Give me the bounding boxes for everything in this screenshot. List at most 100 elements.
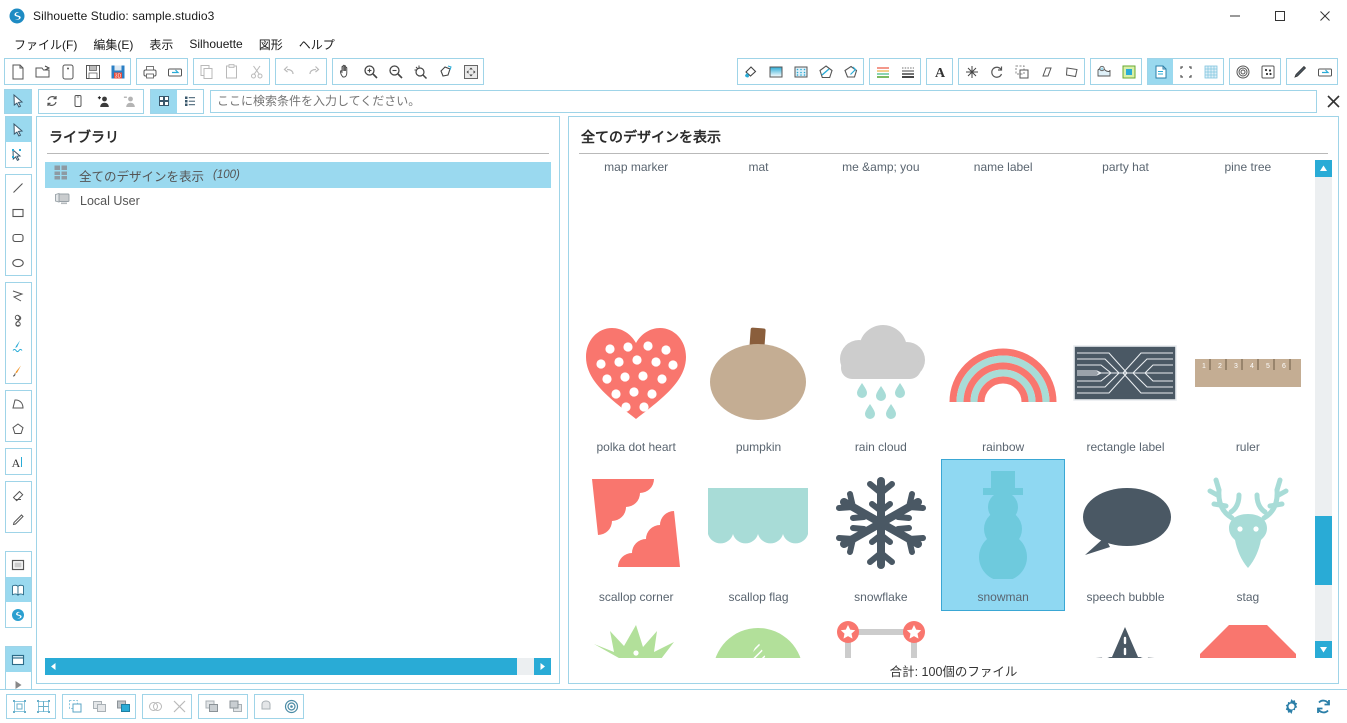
menu-help[interactable]: ヘルプ	[291, 33, 343, 56]
design-item-snowflake[interactable]: snowflake	[820, 460, 942, 610]
edit-points-tool[interactable]	[6, 142, 31, 167]
freehand-tool[interactable]	[6, 333, 31, 358]
design-item-star[interactable]: star	[575, 610, 697, 658]
settings-button[interactable]	[1279, 695, 1303, 718]
redo-button[interactable]	[301, 59, 326, 84]
design-item-stag[interactable]: stag	[1187, 460, 1309, 610]
remove-user-button[interactable]	[117, 90, 143, 113]
design-item-rain-cloud[interactable]: rain cloud	[820, 310, 942, 460]
cut-button[interactable]	[244, 59, 269, 84]
paste-button[interactable]	[219, 59, 244, 84]
scroll-right-arrow-icon[interactable]	[534, 658, 551, 675]
eraser-tool[interactable]	[6, 482, 31, 507]
design-item-mat[interactable]: mat	[697, 160, 819, 194]
close-search-button[interactable]	[1319, 89, 1347, 114]
detach-button[interactable]	[167, 695, 191, 718]
menu-silhouette[interactable]: Silhouette	[181, 34, 250, 54]
open-document-button[interactable]	[30, 59, 55, 84]
line-color-button[interactable]	[813, 59, 838, 84]
design-item-scallop-flag[interactable]: scallop flag	[697, 460, 819, 610]
zoom-out-button[interactable]	[383, 59, 408, 84]
zoom-selection-button[interactable]	[408, 59, 433, 84]
save-as-button[interactable]: 3D	[105, 59, 130, 84]
minimize-button[interactable]	[1212, 0, 1257, 32]
fill-color-button[interactable]	[738, 59, 763, 84]
cutting-mat-button[interactable]	[1116, 59, 1141, 84]
offset-button[interactable]	[1230, 59, 1255, 84]
text-tool[interactable]: A	[6, 449, 31, 474]
list-view-button[interactable]	[177, 90, 203, 113]
print-button[interactable]	[137, 59, 162, 84]
design-item-starfish-border[interactable]: starfish border	[942, 610, 1064, 658]
undo-button[interactable]	[276, 59, 301, 84]
sync-button[interactable]	[1311, 695, 1335, 718]
sketch-pen-button[interactable]	[838, 59, 863, 84]
shear-button[interactable]	[1034, 59, 1059, 84]
distribute-button[interactable]	[31, 695, 55, 718]
mobile-device-button[interactable]	[65, 90, 91, 113]
design-item-map-marker[interactable]: map marker	[575, 160, 697, 194]
scroll-left-arrow-icon[interactable]	[45, 658, 62, 675]
group-button[interactable]	[87, 695, 111, 718]
pan-button[interactable]	[333, 59, 358, 84]
bring-to-front-button[interactable]	[199, 695, 223, 718]
align-button[interactable]	[7, 695, 31, 718]
polygon-tool[interactable]	[6, 283, 31, 308]
pointer-tool-button[interactable]	[5, 90, 31, 113]
trace-button[interactable]	[1255, 59, 1280, 84]
line-style-button[interactable]	[870, 59, 895, 84]
library-horizontal-scrollbar[interactable]	[45, 658, 551, 675]
send-panel-button[interactable]	[6, 647, 31, 672]
line-tool[interactable]	[6, 175, 31, 200]
scale-button[interactable]	[1009, 59, 1034, 84]
ungroup-button[interactable]	[111, 695, 135, 718]
design-page-button[interactable]	[6, 552, 31, 577]
new-mat-button[interactable]	[55, 59, 80, 84]
line-thickness-button[interactable]	[895, 59, 920, 84]
new-document-button[interactable]	[5, 59, 30, 84]
gradient-fill-button[interactable]	[763, 59, 788, 84]
save-button[interactable]	[80, 59, 105, 84]
knife-tool[interactable]	[6, 507, 31, 532]
ellipse-tool[interactable]	[6, 250, 31, 275]
inner-offset-button[interactable]	[279, 695, 303, 718]
rectangle-tool[interactable]	[6, 200, 31, 225]
registration-marks-button[interactable]	[1173, 59, 1198, 84]
design-item-pine-tree[interactable]: pine tree	[1187, 160, 1309, 194]
menu-edit[interactable]: 編集(E)	[85, 33, 141, 56]
zoom-in-button[interactable]	[358, 59, 383, 84]
move-button[interactable]	[959, 59, 984, 84]
hscroll-thumb[interactable]	[62, 658, 517, 675]
grid-view-button[interactable]	[151, 90, 177, 113]
design-item-pumpkin[interactable]: pumpkin	[697, 310, 819, 460]
design-item-star-button[interactable]: star button	[697, 610, 819, 658]
search-input[interactable]	[211, 94, 1316, 108]
curve-tool[interactable]	[6, 308, 31, 333]
design-item-ruler[interactable]: 123 456 ruler	[1187, 310, 1309, 460]
zoom-region-button[interactable]	[433, 59, 458, 84]
design-item-rainbow[interactable]: rainbow	[942, 310, 1064, 460]
design-item-stop-sign[interactable]: STOP stop sign	[1187, 610, 1309, 658]
vscroll-track[interactable]	[1315, 177, 1332, 641]
select-tool[interactable]	[6, 117, 31, 142]
grid-button[interactable]	[1198, 59, 1223, 84]
send-to-back-button[interactable]	[223, 695, 247, 718]
menu-view[interactable]: 表示	[141, 33, 181, 56]
scroll-up-arrow-icon[interactable]	[1315, 160, 1332, 177]
replicate-button[interactable]	[63, 695, 87, 718]
page-setup-button[interactable]: M	[1091, 59, 1116, 84]
rounded-rectangle-tool[interactable]	[6, 225, 31, 250]
maximize-button[interactable]	[1257, 0, 1302, 32]
weld-button[interactable]	[143, 695, 167, 718]
close-button[interactable]	[1302, 0, 1347, 32]
cut-settings-button[interactable]	[1312, 59, 1337, 84]
add-user-button[interactable]	[91, 90, 117, 113]
design-item-party-hat[interactable]: party hat	[1064, 160, 1186, 194]
refresh-library-button[interactable]	[39, 90, 65, 113]
design-item-star-frame[interactable]: star frame	[820, 610, 942, 658]
menu-file[interactable]: ファイル(F)	[6, 33, 85, 56]
design-item-name-label[interactable]: name label	[942, 160, 1064, 194]
library-panel-button[interactable]	[1148, 59, 1173, 84]
design-item-rectangle-label[interactable]: rectangle label	[1064, 310, 1186, 460]
scroll-down-arrow-icon[interactable]	[1315, 641, 1332, 658]
